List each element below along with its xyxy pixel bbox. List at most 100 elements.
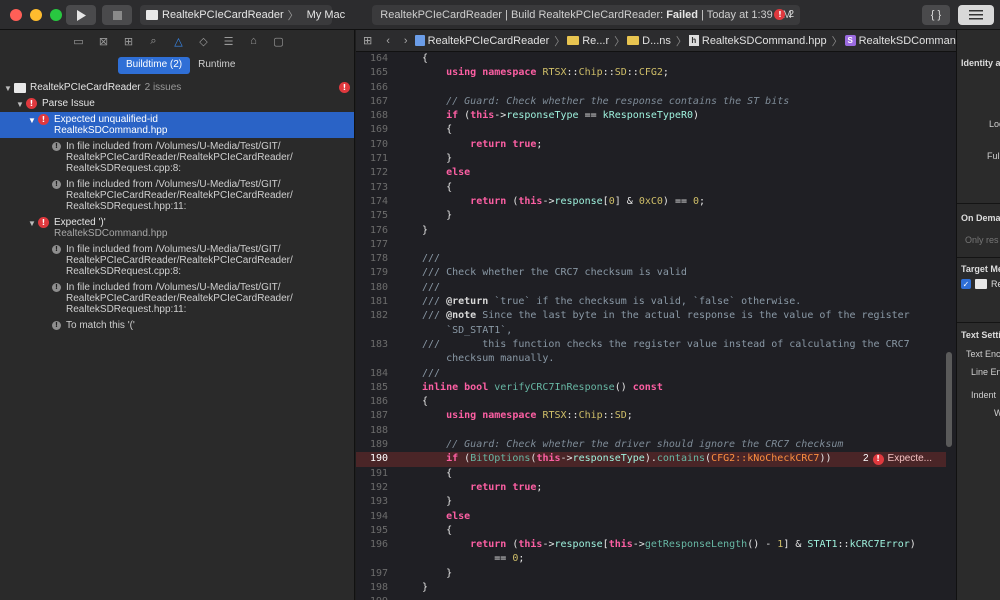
location-label: Loc (989, 119, 1000, 129)
error-count: 2 (788, 9, 794, 20)
code-line: checksum manually. (356, 352, 946, 366)
close-window-button[interactable] (10, 8, 22, 21)
zoom-window-button[interactable] (50, 8, 62, 21)
widths-label: W (994, 408, 1000, 418)
error-icon: ! (774, 9, 786, 20)
run-button[interactable] (66, 5, 96, 25)
library-label: { } (930, 9, 942, 21)
minimize-window-button[interactable] (30, 8, 42, 21)
code-text: checksum manually. (422, 353, 555, 365)
activity-status[interactable]: RealtekPCIeCardReader | Build RealtekPCI… (372, 5, 800, 25)
report-icon[interactable]: ▢ (266, 33, 291, 49)
related-items-icon[interactable]: ⊞ (356, 34, 379, 47)
target-row[interactable]: ✓ Re (961, 279, 1000, 289)
debug-icon[interactable]: ☰ (216, 33, 241, 49)
library-button[interactable]: { } (922, 5, 950, 25)
issue-title: Expected ')' (54, 217, 106, 228)
line-number: 178 (369, 253, 388, 265)
note-row[interactable]: ! In file included from /Volumes/U-Media… (0, 241, 354, 279)
line-number: 182 (369, 310, 388, 322)
tab-buildtime[interactable]: Buildtime (2) (118, 57, 191, 74)
editor-mode-button[interactable] (958, 5, 994, 25)
folder-icon[interactable]: ▭ (66, 33, 91, 49)
line-number: 183 (369, 338, 388, 350)
breakpoint-icon[interactable]: ⌂ (241, 33, 266, 49)
scheme-device-label: My Mac (306, 9, 346, 21)
project-row[interactable]: ▼ RealtekPCIeCardReader 2 issues ! (0, 80, 354, 96)
back-arrow-icon[interactable]: ‹ (379, 35, 397, 47)
code-line: 178 /// (356, 252, 946, 266)
note-row[interactable]: ! To match this '(' (0, 317, 354, 333)
breadcrumb-file[interactable]: h RealtekSDCommand.hpp (688, 35, 827, 47)
toolbar: RealtekPCIeCardReader 〉 My Mac RealtekPC… (0, 0, 1000, 30)
stop-button[interactable] (102, 5, 132, 25)
search-icon[interactable]: ⌕ (141, 33, 166, 49)
code-view[interactable]: 164{ 165 using namespace RTSX::Chip::SD:… (356, 52, 946, 600)
disclosure-down-icon[interactable]: ▼ (26, 115, 38, 126)
breadcrumb-group[interactable]: D...ns (627, 35, 671, 47)
app-target-icon (146, 10, 158, 20)
code-line: 186 { (356, 395, 946, 409)
issue-row-selected[interactable]: ▼ ! Expected unqualified-id RealtekSDCom… (0, 112, 354, 138)
divider (957, 257, 1000, 258)
checkbox-checked-icon[interactable]: ✓ (961, 279, 971, 289)
code-line: 197 } (356, 567, 946, 581)
line-number: 169 (369, 124, 388, 136)
note-row[interactable]: ! In file included from /Volumes/U-Media… (0, 176, 354, 214)
code-line-error[interactable]: 190 if (BitOptions(this->responseType).c… (356, 452, 946, 467)
issue-warning-icon[interactable]: △ (166, 33, 191, 49)
code-line: 187 using namespace RTSX::Chip::SD; (356, 409, 946, 423)
code-line: 175 } (356, 209, 946, 223)
code-line: 165 using namespace RTSX::Chip::SD::CFG2… (356, 66, 946, 80)
breadcrumb-project[interactable]: RealtekPCIeCardReader (414, 35, 549, 47)
error-badge[interactable]: ! 2 (774, 9, 794, 20)
status-result: Failed (666, 9, 698, 21)
disclosure-down-icon[interactable]: ▼ (2, 83, 14, 94)
code-line: 180 /// (356, 281, 946, 295)
code-line: 191 { (356, 467, 946, 481)
play-icon (77, 9, 86, 21)
code-text: if (this->responseType == kResponseTypeR… (446, 110, 700, 122)
note-row[interactable]: ! In file included from /Volumes/U-Media… (0, 279, 354, 317)
breadcrumb-symbol[interactable]: S RealtekSDCommand (844, 35, 956, 47)
inline-error-annotation[interactable]: 2 ! Expecte... (863, 452, 932, 466)
issue-row[interactable]: ▼ ! Expected ')' RealtekSDCommand.hpp (0, 214, 354, 241)
forward-arrow-icon[interactable]: › (397, 35, 415, 47)
note-line: In file included from /Volumes/U-Media/T… (66, 179, 281, 190)
full-path-label: Full (987, 151, 1000, 161)
note-text: In file included from /Volumes/U-Media/T… (66, 141, 293, 174)
line-number: 193 (369, 496, 388, 508)
note-line: RealtekSDRequest.cpp:8: (66, 266, 182, 277)
breadcrumb-folder[interactable]: Re...r (567, 35, 609, 47)
line-number (356, 552, 388, 566)
code-text: } (422, 153, 453, 165)
source-control-icon[interactable]: ⊠ (91, 33, 116, 49)
symbol-icon[interactable]: ⊞ (116, 33, 141, 49)
breadcrumb-label: D...ns (642, 34, 671, 47)
line-number: 177 (369, 238, 388, 250)
note-row[interactable]: ! In file included from /Volumes/U-Media… (0, 138, 354, 176)
test-icon[interactable]: ◇ (191, 33, 216, 49)
code-line: 170 return true; (356, 138, 946, 152)
code-line: `SD_STAT1`, (356, 324, 946, 338)
editor-scrollbar[interactable] (946, 352, 952, 447)
project-name: RealtekPCIeCardReader (30, 82, 141, 93)
line-number: 188 (369, 424, 388, 436)
tab-runtime[interactable]: Runtime (190, 57, 243, 74)
scheme-selector[interactable]: RealtekPCIeCardReader 〉 My Mac (140, 5, 345, 25)
issue-file: RealtekSDCommand.hpp (54, 228, 168, 239)
error-line-number: 190 (369, 453, 388, 465)
note-line: In file included from /Volumes/U-Media/T… (66, 244, 281, 255)
code-text: using namespace RTSX::Chip::SD; (446, 410, 633, 422)
code-text: { (422, 181, 453, 193)
only-resources-field[interactable]: Only res (965, 235, 999, 245)
group-row[interactable]: ▼ ! Parse Issue (0, 96, 354, 112)
code-text: // Guard: Check whether the driver shoul… (446, 439, 844, 451)
code-line: 166 (356, 81, 946, 95)
code-text: { (422, 467, 453, 479)
disclosure-down-icon[interactable]: ▼ (14, 99, 26, 110)
line-number: 176 (369, 224, 388, 236)
note-icon: ! (52, 283, 61, 292)
note-line: RealtekPCIeCardReader/RealtekPCIeCardRea… (66, 293, 293, 304)
disclosure-down-icon[interactable]: ▼ (26, 218, 38, 229)
